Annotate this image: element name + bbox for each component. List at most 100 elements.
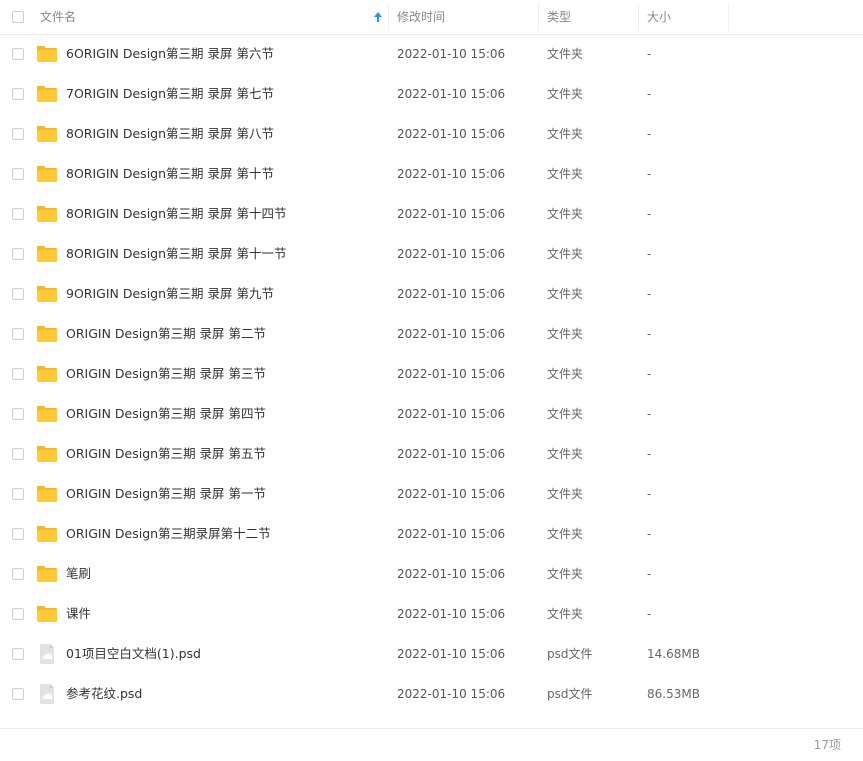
file-type: psd文件 [547,647,593,661]
file-row[interactable]: 8ORIGIN Design第三期 录屏 第十一节 2022-01-10 15:0… [0,234,863,274]
row-checkbox[interactable] [12,128,24,140]
file-name[interactable]: ORIGIN Design第三期 录屏 第一节 [66,474,266,514]
column-header-type[interactable]: 类型 [547,0,571,34]
file-size: - [647,327,652,341]
file-row[interactable]: ORIGIN Design第三期 录屏 第五节 2022-01-10 15:06 文… [0,434,863,474]
file-name[interactable]: 8ORIGIN Design第三期 录屏 第八节 [66,114,274,154]
file-name[interactable]: 参考花纹.psd [66,674,142,714]
row-checkbox[interactable] [12,568,24,580]
file-name[interactable]: ORIGIN Design第三期 录屏 第四节 [66,394,266,434]
file-name[interactable]: 9ORIGIN Design第三期 录屏 第九节 [66,274,274,314]
column-divider [728,4,729,31]
file-name[interactable]: ORIGIN Design第三期 录屏 第二节 [66,314,266,354]
file-row[interactable]: ORIGIN Design第三期 录屏 第一节 2022-01-10 15:06 文… [0,474,863,514]
file-size: - [647,207,652,221]
file-size: - [647,567,652,581]
column-header-name[interactable]: 文件名 [40,0,76,34]
file-size: - [647,527,652,541]
file-row[interactable]: 8ORIGIN Design第三期 录屏 第十节 2022-01-10 15:06… [0,154,863,194]
file-size: - [647,607,652,621]
file-type: 文件夹 [547,47,584,61]
file-name[interactable]: 6ORIGIN Design第三期 录屏 第六节 [66,34,274,74]
row-checkbox[interactable] [12,448,24,460]
file-row[interactable]: 7ORIGIN Design第三期 录屏 第七节 2022-01-10 15:06… [0,74,863,114]
row-checkbox[interactable] [12,288,24,300]
file-type: 文件夹 [547,127,584,141]
file-size: - [647,447,652,461]
column-divider [388,4,389,31]
file-name[interactable]: 笔刷 [66,554,91,594]
file-type: 文件夹 [547,407,584,421]
file-type: psd文件 [547,687,593,701]
file-size: - [647,127,652,141]
file-name[interactable]: 8ORIGIN Design第三期 录屏 第十一节 [66,234,286,274]
file-row[interactable]: 6ORIGIN Design第三期 录屏 第六节 2022-01-10 15:06… [0,34,863,74]
file-modified: 2022-01-10 15:06 [397,167,506,181]
file-type: 文件夹 [547,327,584,341]
select-all-checkbox[interactable] [12,11,24,23]
file-type: 文件夹 [547,447,584,461]
file-row[interactable]: 8ORIGIN Design第三期 录屏 第八节 2022-01-10 15:06… [0,114,863,154]
file-size: - [647,407,652,421]
file-row[interactable]: 参考花纹.psd 2022-01-10 15:06 psd文件 86.53MB [0,674,863,714]
file-row[interactable]: ORIGIN Design第三期 录屏 第三节 2022-01-10 15:06 文… [0,354,863,394]
file-modified: 2022-01-10 15:06 [397,687,506,701]
row-checkbox[interactable] [12,208,24,220]
file-type: 文件夹 [547,607,584,621]
file-modified: 2022-01-10 15:06 [397,127,506,141]
row-checkbox[interactable] [12,248,24,260]
file-size: - [647,247,652,261]
file-row[interactable]: 课件 2022-01-10 15:06 文件夹 - [0,594,863,634]
file-size: - [647,87,652,101]
file-row[interactable]: ORIGIN Design第三期 录屏 第四节 2022-01-10 15:06 文… [0,394,863,434]
file-size: - [647,367,652,381]
file-name[interactable]: 7ORIGIN Design第三期 录屏 第七节 [66,74,274,114]
row-checkbox[interactable] [12,408,24,420]
file-type: 文件夹 [547,247,584,261]
file-size: 86.53MB [647,687,700,701]
file-size: - [647,167,652,181]
file-size: - [647,487,652,501]
file-type: 文件夹 [547,287,584,301]
file-name[interactable]: ORIGIN Design第三期录屏第十二节 [66,514,271,554]
column-header-size[interactable]: 大小 [647,0,671,34]
file-row[interactable]: 8ORIGIN Design第三期 录屏 第十四节 2022-01-10 15:0… [0,194,863,234]
row-checkbox[interactable] [12,608,24,620]
file-row[interactable]: ORIGIN Design第三期 录屏 第二节 2022-01-10 15:06 文… [0,314,863,354]
file-modified: 2022-01-10 15:06 [397,487,506,501]
file-modified: 2022-01-10 15:06 [397,287,506,301]
file-type: 文件夹 [547,207,584,221]
row-checkbox[interactable] [12,528,24,540]
file-name[interactable]: 课件 [66,594,91,634]
file-name[interactable]: 01项目空白文档(1).psd [66,634,201,674]
file-row[interactable]: 9ORIGIN Design第三期 录屏 第九节 2022-01-10 15:06… [0,274,863,314]
file-type: 文件夹 [547,527,584,541]
item-count: 17项 [813,738,841,752]
row-checkbox[interactable] [12,88,24,100]
file-type: 文件夹 [547,567,584,581]
row-checkbox[interactable] [12,688,24,700]
file-modified: 2022-01-10 15:06 [397,527,506,541]
row-checkbox[interactable] [12,328,24,340]
file-modified: 2022-01-10 15:06 [397,447,506,461]
file-size: - [647,47,652,61]
file-type: 文件夹 [547,367,584,381]
file-name[interactable]: ORIGIN Design第三期 录屏 第五节 [66,434,266,474]
arrow-up-icon[interactable] [373,11,383,23]
row-checkbox[interactable] [12,48,24,60]
column-divider [538,4,539,31]
row-checkbox[interactable] [12,648,24,660]
file-row[interactable]: ORIGIN Design第三期录屏第十二节 2022-01-10 15:06 文件… [0,514,863,554]
file-row[interactable]: 笔刷 2022-01-10 15:06 文件夹 - [0,554,863,594]
file-type: 文件夹 [547,87,584,101]
file-name[interactable]: ORIGIN Design第三期 录屏 第三节 [66,354,266,394]
file-type: 文件夹 [547,487,584,501]
column-header-modified[interactable]: 修改时间 [397,0,445,34]
file-name[interactable]: 8ORIGIN Design第三期 录屏 第十节 [66,154,274,194]
row-checkbox[interactable] [12,368,24,380]
file-name[interactable]: 8ORIGIN Design第三期 录屏 第十四节 [66,194,286,234]
file-list-header: 文件名 修改时间 类型 大小 [0,0,863,35]
row-checkbox[interactable] [12,488,24,500]
file-row[interactable]: 01项目空白文档(1).psd 2022-01-10 15:06 psd文件 14.6… [0,634,863,674]
row-checkbox[interactable] [12,168,24,180]
